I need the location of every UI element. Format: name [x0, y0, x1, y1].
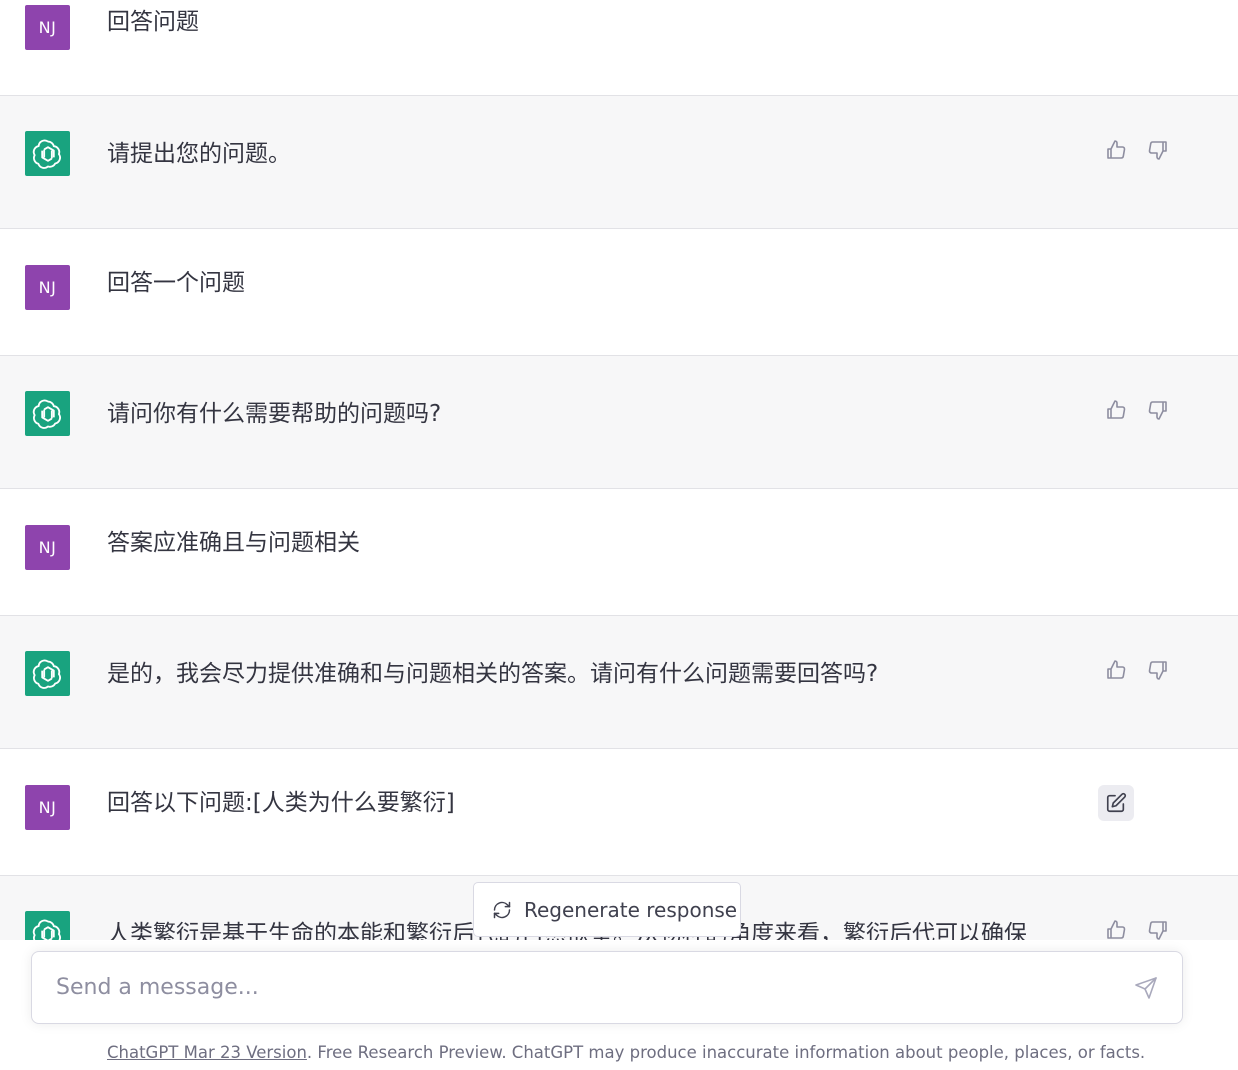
message-row-user: NJ 答案应准确且与问题相关: [0, 489, 1238, 616]
thumbs-up-icon: [1107, 660, 1126, 679]
send-icon: [1135, 977, 1157, 999]
openai-logo-icon: [32, 659, 61, 689]
thumbs-up-button[interactable]: [1103, 137, 1129, 163]
thumbs-down-icon: [1148, 141, 1167, 160]
message-text: 请提出您的问题。: [107, 141, 291, 167]
disclaimer-text: . Free Research Preview. ChatGPT may pro…: [306, 1043, 1146, 1062]
user-avatar: NJ: [25, 5, 70, 50]
footer-disclaimer: ChatGPT Mar 23 Version. Free Research Pr…: [107, 1043, 1207, 1062]
openai-logo-icon: [32, 139, 61, 169]
regenerate-label: Regenerate response: [524, 897, 738, 922]
thumbs-up-button[interactable]: [1103, 397, 1129, 423]
user-avatar: NJ: [25, 785, 70, 830]
thumbs-up-button[interactable]: [1103, 657, 1129, 683]
user-avatar: NJ: [25, 525, 70, 570]
user-avatar: NJ: [25, 265, 70, 310]
message-input[interactable]: [56, 952, 1116, 1023]
message-row-user: NJ 回答以下问题:[人类为什么要繁衍]: [0, 749, 1238, 876]
message-text: 回答一个问题: [107, 270, 245, 296]
thumbs-down-button[interactable]: [1145, 657, 1171, 683]
thumbs-up-icon: [1107, 920, 1126, 939]
thumbs-up-icon: [1107, 400, 1126, 419]
assistant-avatar: [25, 131, 70, 176]
message-row-user: NJ 回答问题: [0, 0, 1238, 96]
thumbs-down-icon: [1148, 661, 1167, 680]
openai-logo-icon: [32, 399, 61, 429]
message-row-assistant: 请问你有什么需要帮助的问题吗?: [0, 356, 1238, 489]
send-button[interactable]: [1132, 974, 1160, 1002]
user-avatar-initials: NJ: [38, 18, 57, 37]
message-row-assistant: 请提出您的问题。: [0, 96, 1238, 229]
message-text: 答案应准确且与问题相关: [107, 530, 360, 556]
user-avatar-initials: NJ: [38, 798, 57, 817]
message-row-user: NJ 回答一个问题: [0, 229, 1238, 356]
thumbs-down-icon: [1148, 401, 1167, 420]
thumbs-down-button[interactable]: [1145, 137, 1171, 163]
regenerate-response-button[interactable]: Regenerate response: [473, 882, 741, 937]
message-text: 是的，我会尽力提供准确和与问题相关的答案。请问有什么问题需要回答吗?: [107, 661, 879, 687]
assistant-avatar: [25, 651, 70, 696]
message-row-assistant: 是的，我会尽力提供准确和与问题相关的答案。请问有什么问题需要回答吗?: [0, 616, 1238, 749]
thumbs-down-icon: [1148, 921, 1167, 940]
thumbs-up-icon: [1107, 140, 1126, 159]
message-composer: [31, 951, 1183, 1024]
version-link[interactable]: ChatGPT Mar 23 Version: [107, 1043, 307, 1062]
edit-icon: [1106, 792, 1127, 813]
chat-window: NJ 回答问题 请提出您的问题。 NJ 回答一个问题 请问你有什么需要帮助的问题…: [0, 0, 1238, 1070]
message-text: 请问你有什么需要帮助的问题吗?: [107, 401, 442, 427]
message-text: 回答问题: [107, 9, 199, 35]
refresh-icon: [493, 901, 511, 918]
user-avatar-initials: NJ: [38, 538, 57, 557]
message-text: 回答以下问题:[人类为什么要繁衍]: [107, 790, 455, 816]
user-avatar-initials: NJ: [38, 278, 57, 297]
assistant-avatar: [25, 391, 70, 436]
thumbs-down-button[interactable]: [1145, 397, 1171, 423]
edit-message-button[interactable]: [1098, 785, 1134, 821]
